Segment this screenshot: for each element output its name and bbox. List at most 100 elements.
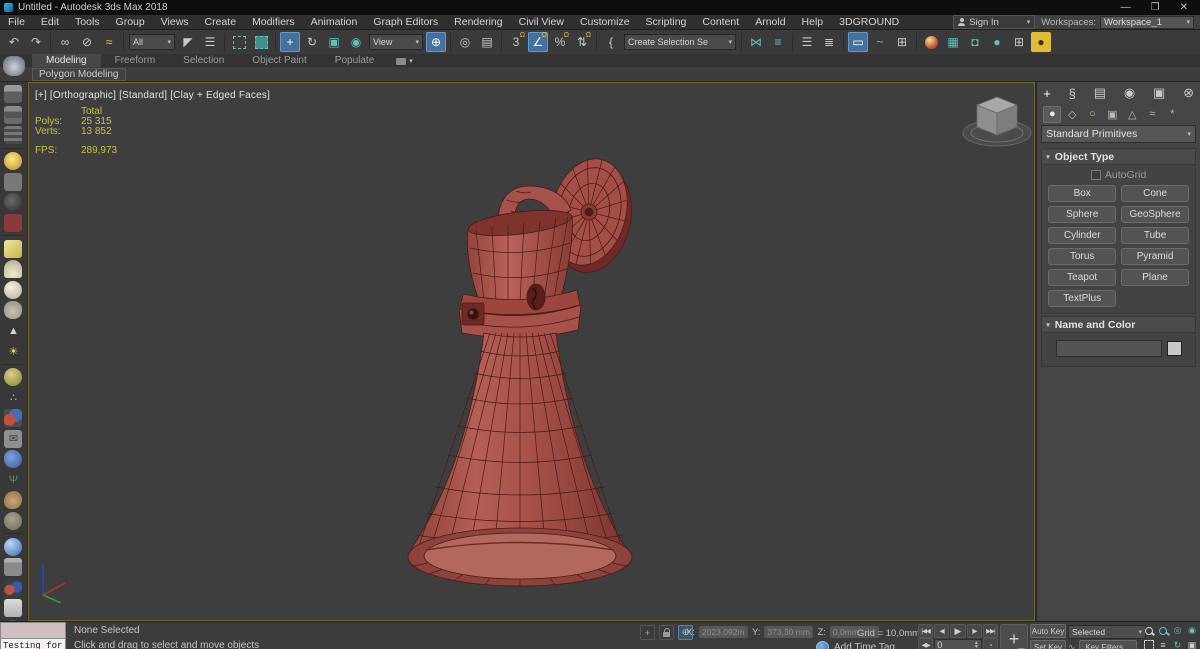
isolate-selection-toggle-icon[interactable]: + xyxy=(640,625,655,640)
align-icon[interactable]: ≡ xyxy=(768,32,788,52)
particle-rain-icon[interactable]: ∴ xyxy=(4,389,22,407)
select-and-rotate-icon[interactable]: ↻ xyxy=(302,32,322,52)
key-mode-dropdown[interactable]: Selected ▾ xyxy=(1068,625,1146,639)
camera-light-icon[interactable] xyxy=(4,172,23,191)
set-key-button[interactable]: Set Key xyxy=(1030,640,1066,649)
toggle-ribbon-icon[interactable]: ▭ xyxy=(848,32,868,52)
schematic-view-icon[interactable]: ⊞ xyxy=(892,32,912,52)
box-button[interactable]: Box xyxy=(1048,185,1117,202)
y-coordinate-field[interactable]: 373,30 mm xyxy=(764,626,814,638)
ribbon-tab-freeform[interactable]: Freeform xyxy=(101,54,170,67)
set-keys-button[interactable]: + xyxy=(1000,624,1028,649)
geometry-category-icon[interactable]: ● xyxy=(1043,105,1062,123)
menu-create[interactable]: Create xyxy=(197,15,245,29)
envelope-icon[interactable]: ✉ xyxy=(4,429,23,448)
primitive-category-dropdown[interactable]: Standard Primitives ▾ xyxy=(1041,125,1196,143)
display-tab-icon[interactable]: ▣ xyxy=(1153,85,1165,101)
menu-views[interactable]: Views xyxy=(153,15,197,29)
named-selection-set-dropdown[interactable]: Create Selection Se ▾ xyxy=(624,34,736,50)
select-and-place-icon[interactable]: ◉ xyxy=(346,32,366,52)
name-color-rollout-header[interactable]: ▾ Name and Color xyxy=(1041,316,1196,333)
ribbon-panel-polygon-modeling[interactable]: Polygon Modeling xyxy=(32,67,126,81)
snaps-toggle-icon[interactable]: 3Ω xyxy=(506,32,526,52)
ribbon-display-toggle[interactable]: ▾ xyxy=(396,57,413,67)
cone-button[interactable]: Cone xyxy=(1121,185,1189,202)
zoom-region-icon[interactable] xyxy=(1142,639,1155,649)
spinner-icon[interactable]: ▲ ▼ xyxy=(974,641,979,649)
autogrid-checkbox[interactable]: AutoGrid xyxy=(1048,169,1189,181)
use-pivot-point-center-icon[interactable]: ⊕ xyxy=(426,32,446,52)
render-production-icon[interactable]: ● xyxy=(987,32,1007,52)
modify-tab-icon[interactable]: § xyxy=(1069,86,1076,101)
listener-macro-line[interactable] xyxy=(1,623,65,639)
sphere-button[interactable]: Sphere xyxy=(1048,206,1117,223)
menu-modifiers[interactable]: Modifiers xyxy=(244,15,303,29)
bird-icon[interactable] xyxy=(4,491,23,509)
space-warps-category-icon[interactable]: ≈ xyxy=(1143,106,1161,123)
render-setup-icon[interactable]: ▦ xyxy=(943,32,963,52)
orbit-icon[interactable]: ↻ xyxy=(1171,639,1184,649)
unlink-selection-icon[interactable]: ⊘ xyxy=(77,32,97,52)
maxscript-mini-listener[interactable]: Testing for ; xyxy=(0,622,66,649)
motion-tab-icon[interactable]: ◉ xyxy=(1124,85,1135,101)
cameras-icon[interactable] xyxy=(4,213,23,232)
hierarchy-tab-icon[interactable]: ▤ xyxy=(1094,85,1106,101)
previous-frame-button[interactable]: ◀| xyxy=(934,624,950,638)
key-mode-toggle-icon[interactable]: ◀▶ xyxy=(918,638,934,649)
menu-tools[interactable]: Tools xyxy=(67,15,108,29)
menu-rendering[interactable]: Rendering xyxy=(446,15,510,29)
menu-group[interactable]: Group xyxy=(108,15,153,29)
edit-named-selection-sets-icon[interactable]: { xyxy=(601,32,621,52)
rendered-frame-window-icon[interactable]: ◘ xyxy=(965,32,985,52)
light-icon[interactable] xyxy=(4,152,23,170)
selection-lock-toggle-icon[interactable] xyxy=(659,625,674,640)
menu-scripting[interactable]: Scripting xyxy=(638,15,695,29)
toggle-layer-explorer-icon[interactable]: ≣ xyxy=(819,32,839,52)
utilities-tab-icon[interactable]: ⊗ xyxy=(1183,85,1194,101)
select-and-manipulate-icon[interactable]: ◎ xyxy=(455,32,475,52)
close-button[interactable]: ✕ xyxy=(1180,2,1188,13)
dynamics-spheres-icon[interactable] xyxy=(4,409,23,427)
zoom-extents-icon[interactable]: ◎ xyxy=(1171,624,1184,637)
listener-script-line[interactable]: Testing for ; xyxy=(1,639,65,649)
material-editor-icon[interactable] xyxy=(921,32,941,52)
restore-button[interactable]: ❐ xyxy=(1151,2,1160,13)
percent-snap-toggle-icon[interactable]: % Ω xyxy=(550,32,570,52)
object-name-input[interactable] xyxy=(1055,340,1162,357)
ribbon-tab-object-paint[interactable]: Object Paint xyxy=(238,54,320,67)
box-primitive-icon[interactable] xyxy=(4,239,23,258)
key-filters-button[interactable]: Key Filters... xyxy=(1078,640,1137,649)
document-icon[interactable] xyxy=(4,599,23,617)
keyboard-shortcut-override-icon[interactable]: ▤ xyxy=(477,32,497,52)
torus-button[interactable]: Torus xyxy=(1048,248,1117,265)
reference-coordinate-dropdown[interactable]: View ▾ xyxy=(369,34,423,50)
redo-icon[interactable]: ↷ xyxy=(26,32,46,52)
auto-key-button[interactable]: Auto Key xyxy=(1030,624,1066,638)
menu-help[interactable]: Help xyxy=(794,15,832,29)
time-configuration-icon[interactable]: ◔ xyxy=(982,638,998,649)
mirror-icon[interactable]: ⋈ xyxy=(746,32,766,52)
stone-icon[interactable] xyxy=(4,511,23,530)
menu-graph-editors[interactable]: Graph Editors xyxy=(365,15,446,29)
cone-primitive-icon[interactable]: ▲ xyxy=(4,322,22,340)
next-frame-button[interactable]: |▶ xyxy=(966,624,982,638)
systems-category-icon[interactable]: * xyxy=(1163,106,1181,123)
current-frame-field[interactable]: 0 ▲ ▼ xyxy=(934,638,982,649)
teapot-button[interactable]: Teapot xyxy=(1048,269,1117,286)
bind-to-space-warp-icon[interactable]: ≈ xyxy=(99,32,119,52)
clipboard-icon[interactable] xyxy=(4,558,23,576)
tube-button[interactable]: Tube xyxy=(1121,227,1189,244)
object-type-rollout-header[interactable]: ▾ Object Type xyxy=(1041,148,1196,165)
viewport[interactable]: [+] [Orthographic] [Standard] [Clay + Ed… xyxy=(27,82,1036,621)
maximize-viewport-toggle-icon[interactable]: ▣ xyxy=(1186,639,1199,649)
menu-civil-view[interactable]: Civil View xyxy=(511,15,572,29)
pan-view-icon[interactable]: ≡ xyxy=(1157,639,1170,649)
select-object-icon[interactable]: ◤ xyxy=(178,32,198,52)
teapot-primitive-icon[interactable] xyxy=(4,301,23,319)
glossy-sphere-icon[interactable] xyxy=(4,537,23,556)
geosphere-button[interactable]: GeoSphere xyxy=(1121,206,1189,223)
menu-arnold[interactable]: Arnold xyxy=(747,15,793,29)
zoom-icon[interactable] xyxy=(1142,624,1155,637)
ribbon-tab-populate[interactable]: Populate xyxy=(321,54,388,67)
ribbon-tab-modeling[interactable]: Modeling xyxy=(32,54,101,67)
